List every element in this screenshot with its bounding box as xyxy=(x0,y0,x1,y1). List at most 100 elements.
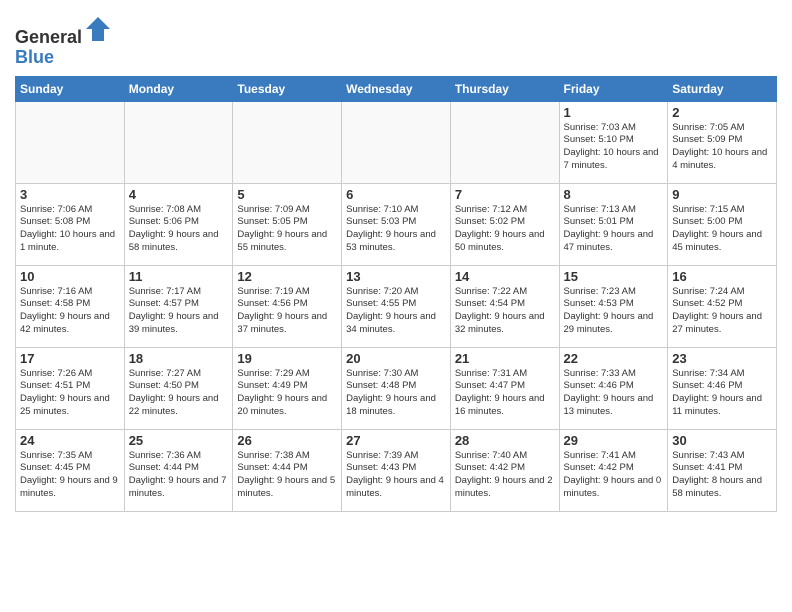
day-info: Sunrise: 7:16 AMSunset: 4:58 PMDaylight:… xyxy=(20,286,120,337)
calendar-cell: 23 Sunrise: 7:34 AMSunset: 4:46 PMDayligh… xyxy=(668,347,777,429)
day-info: Sunrise: 7:08 AMSunset: 5:06 PMDaylight:… xyxy=(129,204,229,255)
day-info: Sunrise: 7:41 AMSunset: 4:42 PMDaylight:… xyxy=(564,450,664,501)
day-number: 11 xyxy=(129,269,229,284)
calendar-cell: 2 Sunrise: 7:05 AMSunset: 5:09 PMDaylight… xyxy=(668,101,777,183)
calendar-cell: 19Sunrise: 7:29 AMSunset: 4:49 PMDayligh… xyxy=(233,347,342,429)
calendar-cell: 21 Sunrise: 7:31 AMSunset: 4:47 PMDayligh… xyxy=(450,347,559,429)
day-number: 22 xyxy=(564,351,664,366)
calendar-cell: 9 Sunrise: 7:15 AMSunset: 5:00 PMDaylight… xyxy=(668,183,777,265)
week-row-1: 1 Sunrise: 7:03 AMSunset: 5:10 PMDaylight… xyxy=(16,101,777,183)
day-number: 10 xyxy=(20,269,120,284)
day-info: Sunrise: 7:38 AMSunset: 4:44 PMDaylight:… xyxy=(237,450,337,501)
calendar-cell: 3 Sunrise: 7:06 AMSunset: 5:08 PMDaylight… xyxy=(16,183,125,265)
day-number: 25 xyxy=(129,433,229,448)
day-number: 13 xyxy=(346,269,446,284)
day-info: Sunrise: 7:12 AMSunset: 5:02 PMDaylight:… xyxy=(455,204,555,255)
calendar-cell xyxy=(16,101,125,183)
calendar-cell: 12 Sunrise: 7:19 AMSunset: 4:56 PMDayligh… xyxy=(233,265,342,347)
day-number: 17 xyxy=(20,351,120,366)
day-number: 4 xyxy=(129,187,229,202)
day-info: Sunrise: 7:22 AMSunset: 4:54 PMDaylight:… xyxy=(455,286,555,337)
day-info: Sunrise: 7:31 AMSunset: 4:47 PMDaylight:… xyxy=(455,368,555,419)
day-info: Sunrise: 7:43 AMSunset: 4:41 PMDaylight:… xyxy=(672,450,772,501)
calendar-cell: 17 Sunrise: 7:26 AMSunset: 4:51 PMDayligh… xyxy=(16,347,125,429)
day-info: Sunrise: 7:36 AMSunset: 4:44 PMDaylight:… xyxy=(129,450,229,501)
day-number: 20 xyxy=(346,351,446,366)
day-number: 14 xyxy=(455,269,555,284)
calendar-cell: 5Sunrise: 7:09 AMSunset: 5:05 PMDaylight… xyxy=(233,183,342,265)
calendar-cell: 30 Sunrise: 7:43 AMSunset: 4:41 PMDayligh… xyxy=(668,429,777,511)
calendar-cell: 8Sunrise: 7:13 AMSunset: 5:01 PMDaylight… xyxy=(559,183,668,265)
day-number: 27 xyxy=(346,433,446,448)
day-number: 2 xyxy=(672,105,772,120)
day-info: Sunrise: 7:19 AMSunset: 4:56 PMDaylight:… xyxy=(237,286,337,337)
day-number: 30 xyxy=(672,433,772,448)
page-container: General Blue SundayMondayTuesdayWednesda… xyxy=(0,0,792,612)
day-number: 29 xyxy=(564,433,664,448)
day-number: 23 xyxy=(672,351,772,366)
day-number: 19 xyxy=(237,351,337,366)
day-number: 16 xyxy=(672,269,772,284)
day-info: Sunrise: 7:09 AMSunset: 5:05 PMDaylight:… xyxy=(237,204,337,255)
day-number: 3 xyxy=(20,187,120,202)
weekday-header-row: SundayMondayTuesdayWednesdayThursdayFrid… xyxy=(16,76,777,101)
day-info: Sunrise: 7:24 AMSunset: 4:52 PMDaylight:… xyxy=(672,286,772,337)
week-row-3: 10 Sunrise: 7:16 AMSunset: 4:58 PMDayligh… xyxy=(16,265,777,347)
calendar-cell: 14 Sunrise: 7:22 AMSunset: 4:54 PMDayligh… xyxy=(450,265,559,347)
calendar-cell: 11 Sunrise: 7:17 AMSunset: 4:57 PMDayligh… xyxy=(124,265,233,347)
week-row-2: 3 Sunrise: 7:06 AMSunset: 5:08 PMDaylight… xyxy=(16,183,777,265)
day-number: 26 xyxy=(237,433,337,448)
calendar-cell xyxy=(124,101,233,183)
day-info: Sunrise: 7:27 AMSunset: 4:50 PMDaylight:… xyxy=(129,368,229,419)
weekday-header-tuesday: Tuesday xyxy=(233,76,342,101)
day-number: 1 xyxy=(564,105,664,120)
weekday-header-thursday: Thursday xyxy=(450,76,559,101)
day-info: Sunrise: 7:40 AMSunset: 4:42 PMDaylight:… xyxy=(455,450,555,501)
header: General Blue xyxy=(15,10,777,68)
day-info: Sunrise: 7:34 AMSunset: 4:46 PMDaylight:… xyxy=(672,368,772,419)
weekday-header-wednesday: Wednesday xyxy=(342,76,451,101)
day-info: Sunrise: 7:23 AMSunset: 4:53 PMDaylight:… xyxy=(564,286,664,337)
logo: General Blue xyxy=(15,15,112,68)
logo-general-text: General xyxy=(15,27,82,47)
calendar-cell: 7 Sunrise: 7:12 AMSunset: 5:02 PMDaylight… xyxy=(450,183,559,265)
calendar-cell: 26 Sunrise: 7:38 AMSunset: 4:44 PMDayligh… xyxy=(233,429,342,511)
calendar-cell: 25 Sunrise: 7:36 AMSunset: 4:44 PMDayligh… xyxy=(124,429,233,511)
calendar-cell: 10 Sunrise: 7:16 AMSunset: 4:58 PMDayligh… xyxy=(16,265,125,347)
weekday-header-friday: Friday xyxy=(559,76,668,101)
weekday-header-saturday: Saturday xyxy=(668,76,777,101)
day-number: 9 xyxy=(672,187,772,202)
calendar-table: SundayMondayTuesdayWednesdayThursdayFrid… xyxy=(15,76,777,512)
calendar-cell: 13 Sunrise: 7:20 AMSunset: 4:55 PMDayligh… xyxy=(342,265,451,347)
day-info: Sunrise: 7:17 AMSunset: 4:57 PMDaylight:… xyxy=(129,286,229,337)
day-info: Sunrise: 7:35 AMSunset: 4:45 PMDaylight:… xyxy=(20,450,120,501)
calendar-cell: 15 Sunrise: 7:23 AMSunset: 4:53 PMDayligh… xyxy=(559,265,668,347)
day-info: Sunrise: 7:06 AMSunset: 5:08 PMDaylight:… xyxy=(20,204,120,255)
day-info: Sunrise: 7:33 AMSunset: 4:46 PMDaylight:… xyxy=(564,368,664,419)
calendar-cell: 20 Sunrise: 7:30 AMSunset: 4:48 PMDayligh… xyxy=(342,347,451,429)
day-number: 21 xyxy=(455,351,555,366)
day-number: 18 xyxy=(129,351,229,366)
day-info: Sunrise: 7:15 AMSunset: 5:00 PMDaylight:… xyxy=(672,204,772,255)
calendar-cell xyxy=(450,101,559,183)
day-number: 12 xyxy=(237,269,337,284)
day-info: Sunrise: 7:03 AMSunset: 5:10 PMDaylight:… xyxy=(564,122,664,173)
week-row-4: 17 Sunrise: 7:26 AMSunset: 4:51 PMDayligh… xyxy=(16,347,777,429)
day-number: 7 xyxy=(455,187,555,202)
calendar-cell: 16 Sunrise: 7:24 AMSunset: 4:52 PMDayligh… xyxy=(668,265,777,347)
day-info: Sunrise: 7:20 AMSunset: 4:55 PMDaylight:… xyxy=(346,286,446,337)
day-info: Sunrise: 7:05 AMSunset: 5:09 PMDaylight:… xyxy=(672,122,772,173)
day-info: Sunrise: 7:30 AMSunset: 4:48 PMDaylight:… xyxy=(346,368,446,419)
calendar-cell: 4 Sunrise: 7:08 AMSunset: 5:06 PMDaylight… xyxy=(124,183,233,265)
calendar-cell: 28 Sunrise: 7:40 AMSunset: 4:42 PMDayligh… xyxy=(450,429,559,511)
day-info: Sunrise: 7:13 AMSunset: 5:01 PMDaylight:… xyxy=(564,204,664,255)
day-number: 6 xyxy=(346,187,446,202)
day-info: Sunrise: 7:39 AMSunset: 4:43 PMDaylight:… xyxy=(346,450,446,501)
day-number: 24 xyxy=(20,433,120,448)
weekday-header-sunday: Sunday xyxy=(16,76,125,101)
week-row-5: 24 Sunrise: 7:35 AMSunset: 4:45 PMDayligh… xyxy=(16,429,777,511)
day-number: 15 xyxy=(564,269,664,284)
day-number: 28 xyxy=(455,433,555,448)
day-info: Sunrise: 7:26 AMSunset: 4:51 PMDaylight:… xyxy=(20,368,120,419)
calendar-cell: 22 Sunrise: 7:33 AMSunset: 4:46 PMDayligh… xyxy=(559,347,668,429)
